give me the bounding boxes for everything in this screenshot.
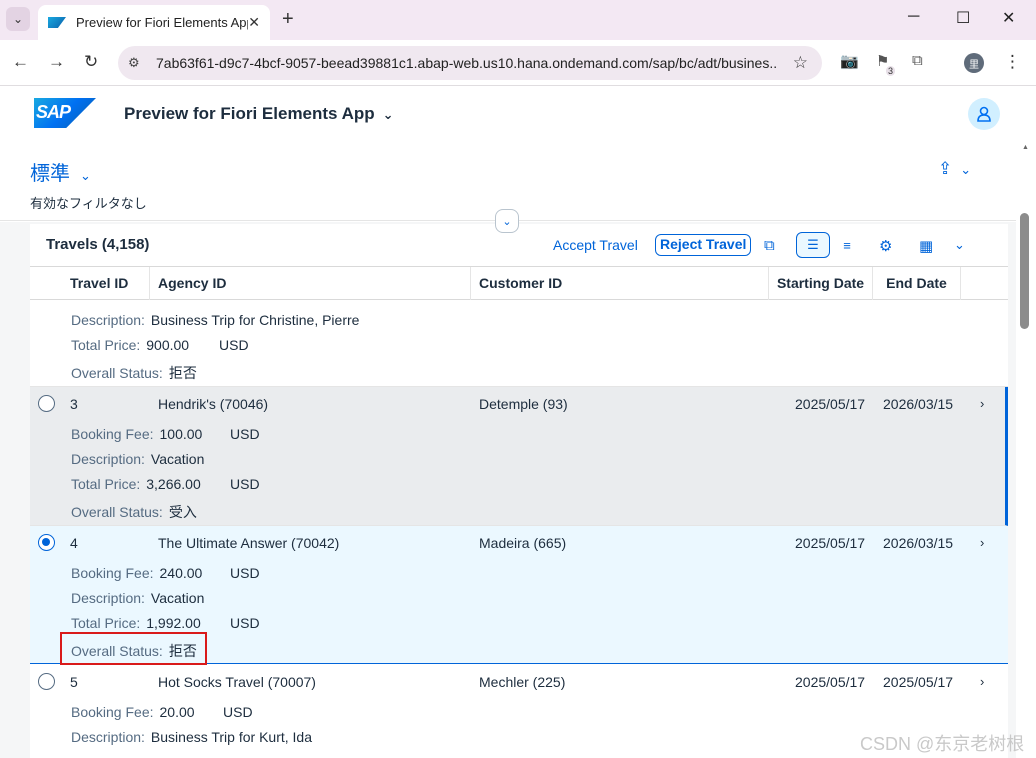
sap-favicon-icon <box>48 17 66 28</box>
watermark-text: CSDN @东京老树根 <box>860 734 1025 754</box>
window-close-icon[interactable]: ✕ <box>1002 8 1015 28</box>
customer-cell: Mechler (225) <box>479 674 566 690</box>
forward-arrow-icon[interactable]: → <box>48 52 65 72</box>
chevron-down-icon: ⌄ <box>382 107 394 122</box>
overall-status-field: Overall Status: 受入 <box>71 504 197 520</box>
reject-travel-button[interactable]: Reject Travel <box>655 234 752 256</box>
table-row[interactable]: 3 Hendrik's (70046) Detemple (93) 2025/0… <box>30 387 1008 526</box>
share-menu-button[interactable]: ⇪ ⌄ <box>938 159 971 179</box>
end-date-cell: 2026/03/15 <box>883 396 954 412</box>
app-title-menu[interactable]: Preview for Fiori Elements App ⌄ <box>124 104 394 124</box>
booking-fee-field: Booking Fee: 100.00 USD <box>71 426 260 442</box>
scrollbar-thumb[interactable] <box>1020 213 1029 329</box>
overall-status-field: Overall Status: 拒否 <box>71 365 197 381</box>
variant-name: 標準 <box>30 163 70 185</box>
column-customer-id[interactable]: Customer ID <box>471 267 769 300</box>
browser-menu-icon[interactable]: ⋮ <box>1004 52 1021 72</box>
total-price-field: Total Price: 3,266.00 USD <box>71 476 260 492</box>
export-spreadsheet-icon[interactable]: ▦ <box>919 237 933 255</box>
end-date-cell: 2026/03/15 <box>883 535 954 551</box>
condensed-view-toggle-icon[interactable]: ☰ <box>796 232 830 258</box>
starting-date-cell: 2025/05/17 <box>795 396 866 412</box>
column-starting-date[interactable]: Starting Date <box>769 267 873 300</box>
booking-fee-field: Booking Fee: 20.00 USD <box>71 704 253 720</box>
site-info-icon[interactable]: ⚙ <box>128 55 148 71</box>
starting-date-cell: 2025/05/17 <box>795 535 866 551</box>
travel-id-cell: 4 <box>70 535 78 551</box>
booking-fee-field: Booking Fee: 240.00 USD <box>71 565 260 581</box>
row-select-radio[interactable] <box>38 673 55 690</box>
chevron-down-icon: ⌄ <box>960 162 972 177</box>
maximize-icon[interactable]: ☐ <box>956 8 970 28</box>
compact-view-toggle-icon[interactable]: ≡ <box>830 232 864 258</box>
filter-status-text: 有効なフィルタなし <box>30 196 147 211</box>
browser-tab-strip: ⌄ Preview for Fiori Elements App ✕ + ─ ☐… <box>0 0 1036 40</box>
agency-cell: Hot Socks Travel (70007) <box>158 674 316 690</box>
row-navigation-chevron-icon[interactable]: › <box>980 535 984 550</box>
row-navigation-chevron-icon[interactable]: › <box>980 396 984 411</box>
extension-badge: 3 <box>886 66 896 76</box>
bookmark-star-icon[interactable]: ☆ <box>793 53 808 73</box>
new-tab-icon[interactable]: + <box>282 8 294 31</box>
travel-id-cell: 5 <box>70 674 78 690</box>
highlight-annotation-box <box>60 632 207 665</box>
address-toolbar: ← → ↻ ⚙ 7ab63f61-d9c7-4bcf-9057-beead398… <box>0 40 1036 86</box>
table-column-header: Travel ID Agency ID Customer ID Starting… <box>30 266 1008 300</box>
total-price-field: Total Price: 1,992.00 USD <box>71 615 260 631</box>
accept-travel-button[interactable]: Accept Travel <box>553 237 638 253</box>
minimize-icon[interactable]: ─ <box>908 8 919 26</box>
description-field: Description: Business Trip for Christine,… <box>71 312 360 328</box>
tab-search-chevron-icon[interactable]: ⌄ <box>6 7 30 31</box>
url-text[interactable]: 7ab63f61-d9c7-4bcf-9057-beead39881c1.aba… <box>156 55 776 71</box>
camera-icon[interactable]: 📷 <box>840 52 859 70</box>
description-field: Description: Vacation <box>71 451 205 467</box>
customer-cell: Detemple (93) <box>479 396 568 412</box>
user-avatar-icon[interactable] <box>968 98 1000 130</box>
total-price-field: Total Price: 900.00 USD <box>71 337 249 353</box>
copy-icon[interactable]: ⧉ <box>764 237 775 254</box>
table-title: Travels (4,158) <box>46 236 150 253</box>
travel-id-cell: 3 <box>70 396 78 412</box>
description-field: Description: Business Trip for Kurt, Ida <box>71 729 312 745</box>
agency-cell: Hendrik's (70046) <box>158 396 269 412</box>
collapse-header-chevron-icon[interactable]: ⌄ <box>495 209 519 233</box>
sap-logo[interactable]: SAP <box>34 98 96 128</box>
column-agency-id[interactable]: Agency ID <box>150 267 471 300</box>
description-field: Description: Vacation <box>71 590 205 606</box>
end-date-cell: 2025/05/17 <box>883 674 954 690</box>
share-icon: ⇪ <box>938 159 953 178</box>
shell-bar: SAP Preview for Fiori Elements App ⌄ <box>0 87 1036 141</box>
row-select-radio[interactable] <box>38 395 55 412</box>
variant-selector[interactable]: 標準 ⌄ <box>30 157 91 186</box>
app-title: Preview for Fiori Elements App <box>124 104 375 123</box>
back-arrow-icon[interactable]: ← <box>12 52 29 72</box>
tab-title: Preview for Fiori Elements App <box>76 15 249 30</box>
starting-date-cell: 2025/05/17 <box>795 674 866 690</box>
agency-cell: The Ultimate Answer (70042) <box>158 535 340 551</box>
reload-icon[interactable]: ↻ <box>84 52 98 72</box>
browser-tab[interactable]: Preview for Fiori Elements App ✕ <box>38 5 270 40</box>
column-travel-id[interactable]: Travel ID <box>30 267 150 300</box>
address-bar[interactable]: ⚙ 7ab63f61-d9c7-4bcf-9057-beead39881c1.a… <box>118 46 822 80</box>
row-select-radio[interactable] <box>38 534 55 551</box>
column-end-date[interactable]: End Date <box>873 267 961 300</box>
settings-gear-icon[interactable]: ⚙ <box>879 237 892 255</box>
row-navigation-chevron-icon[interactable]: › <box>980 674 984 689</box>
tab-close-icon[interactable]: ✕ <box>248 14 260 31</box>
browser-profile-avatar[interactable]: 里 <box>964 53 984 73</box>
export-chevron-down-icon[interactable]: ⌄ <box>954 237 965 253</box>
chevron-down-icon: ⌄ <box>80 168 91 183</box>
table-row[interactable]: Description: Business Trip for Christine,… <box>30 300 1008 387</box>
extensions-puzzle-icon[interactable]: ⧉ <box>912 52 923 69</box>
scroll-up-arrow-icon[interactable]: ▲ <box>1022 144 1029 151</box>
customer-cell: Madeira (665) <box>479 535 567 551</box>
